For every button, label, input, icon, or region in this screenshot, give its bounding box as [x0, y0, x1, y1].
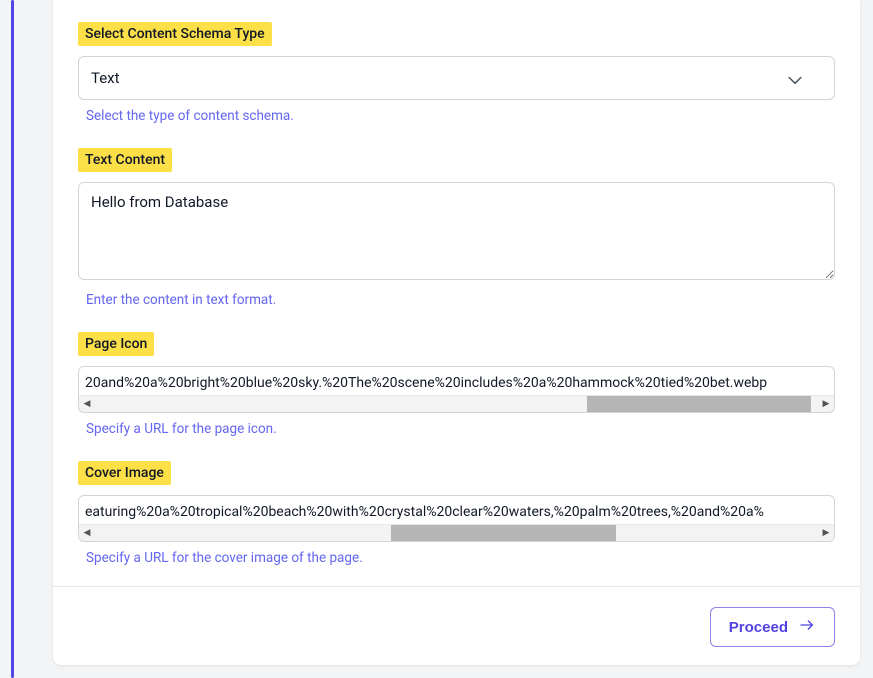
scroll-right-icon[interactable]: ▶	[818, 396, 834, 412]
input-page-icon[interactable]: 20and%20a%20bright%20blue%20sky.%20The%2…	[79, 367, 834, 395]
textarea-text-content[interactable]	[78, 182, 835, 280]
helper-text-content: Enter the content in text format.	[78, 292, 835, 308]
scroll-track[interactable]	[95, 396, 818, 412]
proceed-label: Proceed	[729, 619, 788, 636]
scroll-thumb-page-icon[interactable]	[587, 396, 811, 412]
label-cover-image: Cover Image	[78, 461, 171, 485]
form-content: Select Content Schema Type Text Select t…	[53, 0, 860, 587]
helper-schema-type: Select the type of content schema.	[78, 108, 835, 124]
input-cover-image-wrap: eaturing%20a%20tropical%20beach%20with%2…	[78, 495, 835, 542]
label-page-icon: Page Icon	[78, 332, 154, 356]
scroll-left-icon[interactable]: ◀	[79, 396, 95, 412]
scrollbar-page-icon[interactable]: ◀ ▶	[79, 395, 834, 412]
arrow-right-icon	[798, 617, 816, 637]
scrollbar-cover-image[interactable]: ◀ ▶	[79, 524, 834, 541]
proceed-button[interactable]: Proceed	[710, 607, 835, 647]
scroll-track[interactable]	[95, 525, 818, 541]
label-schema-type: Select Content Schema Type	[78, 22, 272, 46]
footer: Proceed	[53, 587, 860, 665]
field-cover-image: Cover Image eaturing%20a%20tropical%20be…	[78, 461, 835, 566]
field-page-icon: Page Icon 20and%20a%20bright%20blue%20sk…	[78, 332, 835, 437]
input-page-icon-wrap: 20and%20a%20bright%20blue%20sky.%20The%2…	[78, 366, 835, 413]
form-card: Select Content Schema Type Text Select t…	[53, 0, 860, 665]
label-text-content: Text Content	[78, 148, 172, 172]
field-text-content: Text Content Enter the content in text f…	[78, 148, 835, 308]
left-accent-bar	[11, 0, 14, 678]
scroll-left-icon[interactable]: ◀	[79, 525, 95, 541]
helper-page-icon: Specify a URL for the page icon.	[78, 421, 835, 437]
select-schema-type-wrap: Text	[78, 56, 835, 100]
field-schema-type: Select Content Schema Type Text Select t…	[78, 22, 835, 124]
helper-cover-image: Specify a URL for the cover image of the…	[78, 550, 835, 566]
input-cover-image[interactable]: eaturing%20a%20tropical%20beach%20with%2…	[79, 496, 834, 524]
scroll-thumb-cover-image[interactable]	[391, 525, 615, 541]
select-schema-type[interactable]: Text	[78, 56, 835, 100]
scroll-right-icon[interactable]: ▶	[818, 525, 834, 541]
